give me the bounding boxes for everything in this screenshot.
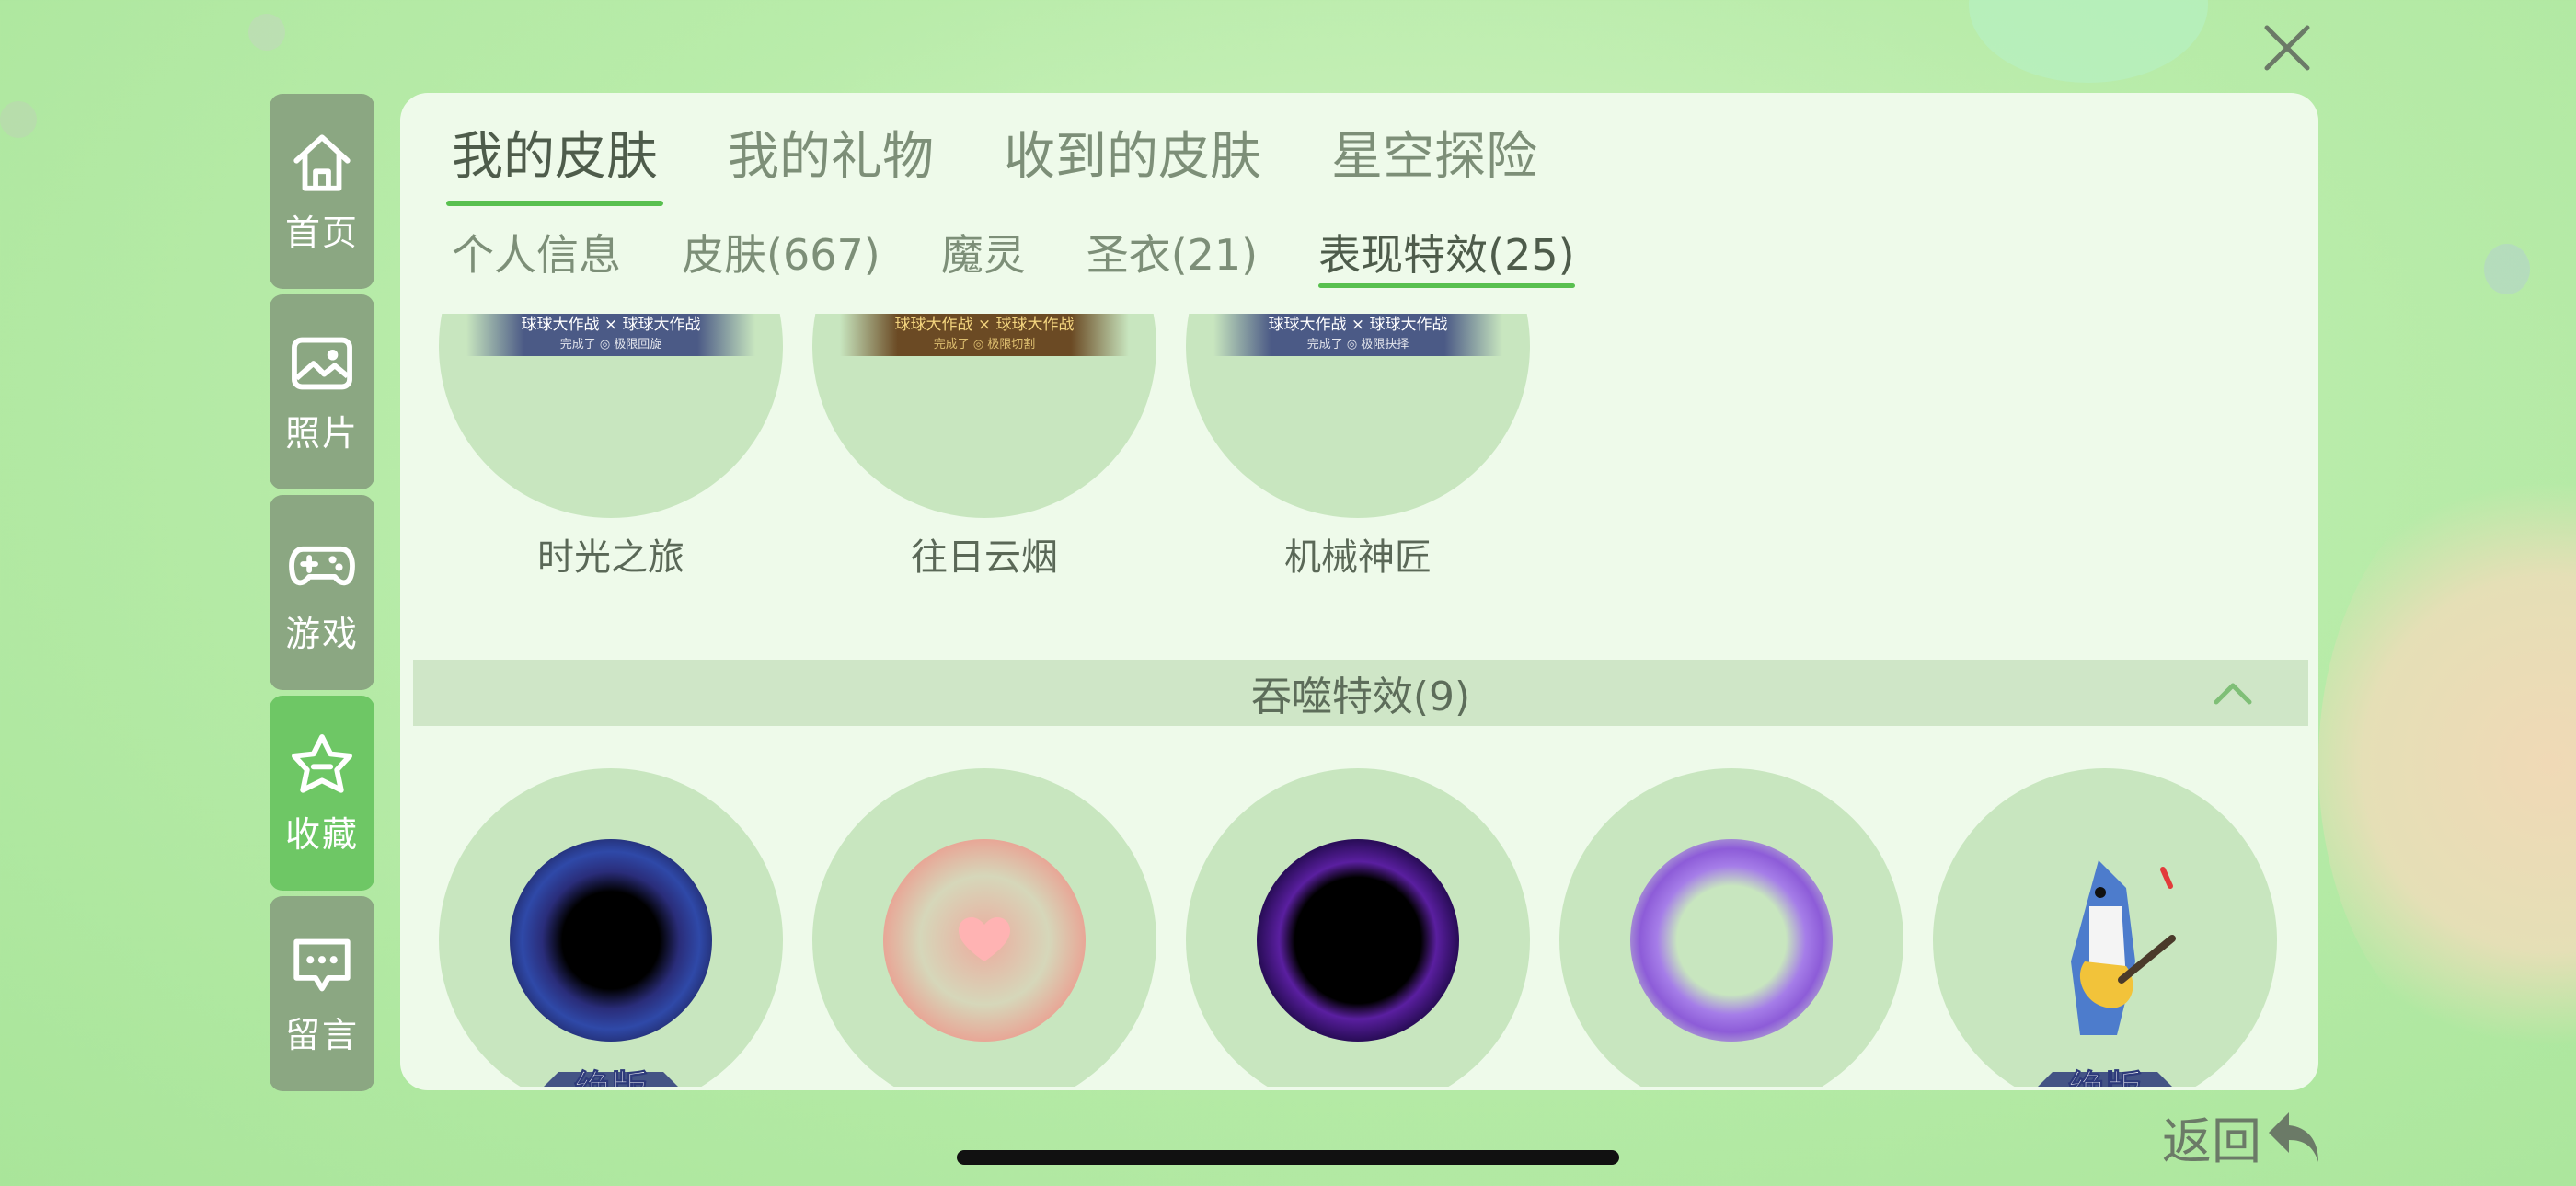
effect-item[interactable]: 球球大作战 × 球球大作战 完成了 ◎ 极限抉择 机械神匠: [1186, 314, 1530, 581]
subtab-effects[interactable]: 表现特效(25): [1318, 222, 1576, 288]
sidebar-item-messages[interactable]: 留言: [270, 896, 374, 1091]
effect-name: 机械神匠: [1284, 536, 1432, 579]
back-button[interactable]: 返回: [2162, 1100, 2326, 1173]
home-indicator[interactable]: [957, 1150, 1619, 1165]
shark-guitarist-icon: [2071, 860, 2176, 1035]
background-bubble: [0, 101, 37, 138]
gamepad-icon: [289, 546, 355, 585]
purple-crystal-ring-effect: [1630, 839, 1833, 1042]
effect-preview: [1559, 768, 1903, 1087]
tab-received-skins[interactable]: 收到的皮肤: [1004, 115, 1261, 190]
sidebar-item-home[interactable]: 首页: [270, 94, 374, 289]
effect-preview: 绝版: [1933, 768, 2277, 1087]
subtab-profile[interactable]: 个人信息: [452, 222, 621, 282]
background-bubble: [2484, 244, 2530, 294]
effect-preview: 球球大作战 × 球球大作战 完成了 ◎ 极限抉择: [1186, 314, 1530, 518]
background-bubble: [1969, 0, 2208, 83]
effect-item[interactable]: 绝版: [1933, 768, 2277, 1087]
sub-tabs: 个人信息 皮肤(667) 魔灵 圣衣(21) 表现特效(25): [452, 222, 1636, 288]
tab-starry-adventure[interactable]: 星空探险: [1331, 115, 1537, 190]
effect-preview: 球球大作战 × 球球大作战 完成了 ◎ 极限切割: [812, 314, 1156, 518]
message-icon: [293, 938, 351, 991]
heart-icon: [959, 917, 1010, 961]
close-icon[interactable]: [2258, 18, 2317, 77]
subtab-spirits[interactable]: 魔灵: [941, 222, 1026, 282]
effect-preview: 绝版: [439, 768, 783, 1087]
effect-item[interactable]: 绝版: [439, 768, 783, 1087]
tab-my-skins[interactable]: 我的皮肤: [446, 115, 663, 206]
purple-void-vortex-effect: [1257, 839, 1459, 1042]
effect-item[interactable]: 球球大作战 × 球球大作战 完成了 ◎ 极限切割 往日云烟: [812, 314, 1156, 581]
return-arrow-icon: [2269, 1111, 2318, 1162]
star-icon: [292, 733, 352, 793]
blue-void-vortex-effect: [510, 839, 712, 1042]
effect-item[interactable]: [812, 768, 1156, 1087]
svg-text:绝版: 绝版: [574, 1068, 648, 1087]
achievement-tag: 球球大作战 × 球球大作战 完成了 ◎ 极限切割: [840, 314, 1129, 356]
section-title: 吞噬特效(9): [1250, 674, 1471, 720]
tab-my-gifts[interactable]: 我的礼物: [728, 115, 934, 190]
section-header-devour-effects[interactable]: 吞噬特效(9): [413, 660, 2308, 726]
sidebar-item-label: 留言: [284, 1014, 359, 1055]
achievement-tag: 球球大作战 × 球球大作战 完成了 ◎ 极限抉择: [1213, 314, 1502, 356]
effect-preview: [1186, 768, 1530, 1087]
sidebar-item-label: 首页: [284, 212, 359, 253]
back-label: 返回: [2162, 1112, 2261, 1170]
chevron-up-icon[interactable]: [2213, 680, 2253, 706]
effect-name: 时光之旅: [537, 536, 684, 579]
subtab-skins[interactable]: 皮肤(667): [682, 222, 880, 282]
background-bubble: [248, 14, 285, 51]
effect-name: 往日云烟: [911, 536, 1058, 579]
main-tabs: 我的皮肤 我的礼物 收到的皮肤 星空探险: [446, 115, 1607, 206]
sidebar-item-label: 照片: [284, 412, 359, 454]
sidebar: 首页 照片 游戏 收藏 留言: [270, 94, 374, 1097]
svg-text:绝版: 绝版: [2068, 1068, 2142, 1087]
effect-item[interactable]: [1186, 768, 1530, 1087]
sidebar-item-favorites[interactable]: 收藏: [270, 696, 374, 891]
effect-preview: 球球大作战 × 球球大作战 完成了 ◎ 极限回旋: [439, 314, 783, 518]
achievement-tag: 球球大作战 × 球球大作战 完成了 ◎ 极限回旋: [466, 314, 755, 356]
effect-preview: [812, 768, 1156, 1087]
sidebar-item-games[interactable]: 游戏: [270, 495, 374, 690]
subtab-armor[interactable]: 圣衣(21): [1087, 222, 1258, 282]
limited-edition-badge: 绝版: [2038, 1068, 2172, 1087]
sidebar-item-label: 收藏: [284, 813, 359, 855]
sidebar-item-label: 游戏: [284, 613, 359, 654]
limited-edition-badge: 绝版: [544, 1068, 678, 1087]
home-icon: [293, 133, 351, 191]
effect-item[interactable]: 球球大作战 × 球球大作战 完成了 ◎ 极限回旋 时光之旅: [439, 314, 783, 581]
background-bubble: [2318, 469, 2576, 1058]
main-panel: 我的皮肤 我的礼物 收到的皮肤 星空探险 个人信息 皮肤(667) 魔灵 圣衣(…: [400, 93, 2318, 1090]
effect-item[interactable]: [1559, 768, 1903, 1087]
sidebar-item-photos[interactable]: 照片: [270, 294, 374, 489]
photo-icon: [292, 337, 352, 389]
effects-scroll-list[interactable]: 球球大作战 × 球球大作战 完成了 ◎ 极限回旋 时光之旅 球球大作战 × 球球…: [400, 314, 2318, 1087]
